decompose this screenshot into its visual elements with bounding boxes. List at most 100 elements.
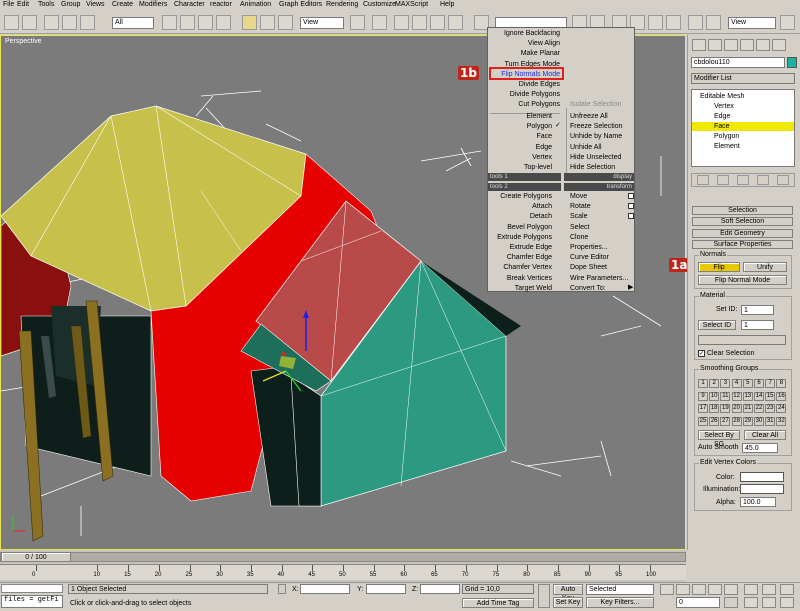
object-color-swatch[interactable]: [787, 57, 797, 68]
zoom-all-icon[interactable]: [762, 584, 776, 595]
smoothing-group-11[interactable]: 11: [720, 391, 731, 401]
quad-item-hide-selection[interactable]: Hide Selection: [570, 163, 615, 172]
smoothing-group-30[interactable]: 30: [754, 416, 764, 426]
auto-smooth-spinner[interactable]: 45.0: [742, 443, 778, 453]
go-to-start-icon[interactable]: [660, 584, 674, 595]
zoom-extents-icon[interactable]: [780, 584, 794, 595]
menu-tools[interactable]: Tools: [38, 1, 54, 8]
menu-create[interactable]: Create: [112, 1, 133, 8]
smoothing-group-10[interactable]: 10: [709, 391, 720, 401]
smoothing-group-1[interactable]: 1: [698, 379, 708, 388]
menu-graph-editors[interactable]: Graph Editors: [279, 1, 322, 8]
angle-snap-icon[interactable]: [412, 15, 427, 30]
rect-selection-icon[interactable]: [198, 15, 213, 30]
stack-item-editable-mesh[interactable]: Editable Mesh: [692, 92, 794, 101]
pan-icon[interactable]: [744, 597, 758, 608]
select-id-button[interactable]: Select ID: [698, 320, 736, 330]
menu-file[interactable]: File: [3, 1, 14, 8]
redo-icon[interactable]: [22, 15, 37, 30]
quad-item-detach[interactable]: Detach: [490, 212, 552, 221]
stack-item-vertex[interactable]: Vertex: [692, 102, 794, 111]
smoothing-group-21[interactable]: 21: [742, 404, 753, 414]
quad-item-divide-edges[interactable]: Divide Edges: [490, 80, 560, 89]
rollout-selection[interactable]: Selection: [692, 206, 793, 215]
quad-item-target-weld[interactable]: Target Weld: [490, 284, 552, 293]
smoothing-group-7[interactable]: 7: [765, 379, 776, 388]
render-last-icon[interactable]: [780, 15, 795, 30]
smoothing-group-8[interactable]: 8: [776, 379, 787, 388]
smoothing-group-19[interactable]: 19: [720, 404, 731, 414]
time-slider-track[interactable]: [0, 552, 686, 562]
quad-item-dope-sheet[interactable]: Dope Sheet: [570, 263, 607, 272]
pin-stack-icon[interactable]: [697, 175, 709, 185]
next-frame-icon[interactable]: [708, 584, 722, 595]
maxscript-mini-field[interactable]: [1, 584, 63, 593]
create-tab-icon[interactable]: [692, 39, 706, 51]
y-coord-field[interactable]: [366, 584, 406, 594]
key-selection-dropdown[interactable]: Selected: [586, 584, 654, 595]
quad-subobj-face[interactable]: Face: [490, 132, 552, 141]
make-unique-icon[interactable]: [737, 175, 749, 185]
go-to-end-icon[interactable]: [724, 584, 738, 595]
modifier-list-dropdown[interactable]: Modifier List: [691, 73, 795, 84]
menu-help[interactable]: Help: [440, 1, 454, 8]
viewport-label[interactable]: Perspective: [5, 38, 42, 45]
select-by-sg-button[interactable]: Select By SG: [698, 430, 740, 448]
rotate-icon[interactable]: [260, 15, 275, 30]
selection-filter-dropdown[interactable]: All: [112, 17, 154, 29]
percent-snap-icon[interactable]: [430, 15, 445, 30]
smoothing-group-22[interactable]: 22: [754, 404, 764, 414]
quad-isolate-selection[interactable]: Isolate Selection: [570, 100, 621, 109]
maximize-icon[interactable]: [780, 597, 794, 608]
reference-coord-dropdown[interactable]: View: [300, 17, 344, 29]
clear-all-button[interactable]: Clear All: [744, 430, 786, 440]
rollout-soft-selection[interactable]: Soft Selection: [692, 217, 793, 226]
smoothing-group-23[interactable]: 23: [765, 404, 776, 414]
window-crossing-icon[interactable]: [216, 15, 231, 30]
utilities-tab-icon[interactable]: [772, 39, 786, 51]
quad-subobj-vertex[interactable]: Vertex: [490, 153, 552, 162]
quad-item-ignore-backfacing[interactable]: Ignore Backfacing: [490, 29, 560, 38]
schematic-view-icon[interactable]: [648, 15, 663, 30]
quad-item-select[interactable]: Select: [570, 223, 589, 232]
smoothing-group-27[interactable]: 27: [720, 416, 731, 426]
material-name-dropdown[interactable]: [698, 335, 786, 345]
quad-item-attach[interactable]: Attach: [490, 202, 552, 211]
key-mode-icon[interactable]: [538, 584, 550, 608]
pivot-center-icon[interactable]: [350, 15, 365, 30]
quad-item-unhide-by-name[interactable]: Unhide by Name: [570, 132, 622, 141]
smoothing-group-9[interactable]: 9: [698, 391, 708, 401]
smoothing-group-25[interactable]: 25: [698, 416, 708, 426]
smoothing-group-13[interactable]: 13: [742, 391, 753, 401]
quad-item-unhide-all[interactable]: Unhide All: [570, 143, 602, 152]
quad-item-cut-polygons[interactable]: Cut Polygons: [490, 100, 560, 109]
hierarchy-tab-icon[interactable]: [724, 39, 738, 51]
time-slider-thumb[interactable]: 0 / 100: [1, 552, 71, 562]
quad-item-rotate[interactable]: Rotate: [570, 202, 591, 211]
quad-item-properties-[interactable]: Properties...: [570, 243, 608, 252]
modify-tab-icon[interactable]: [708, 39, 722, 51]
smoothing-group-17[interactable]: 17: [698, 404, 708, 414]
key-filters-button[interactable]: Key Filters...: [586, 597, 654, 608]
smoothing-group-6[interactable]: 6: [754, 379, 764, 388]
menu-maxscript[interactable]: MAXScript: [395, 1, 428, 8]
maxscript-listener-field[interactable]: files = getFi: [1, 595, 63, 608]
undo-icon[interactable]: [4, 15, 19, 30]
quad-item-divide-polygons[interactable]: Divide Polygons: [490, 90, 560, 99]
render-scene-icon[interactable]: [688, 15, 703, 30]
menu-character[interactable]: Character: [174, 1, 205, 8]
display-tab-icon[interactable]: [756, 39, 770, 51]
smoothing-group-14[interactable]: 14: [754, 391, 764, 401]
quad-subobj-polygon[interactable]: Polygon: [490, 122, 552, 131]
smoothing-group-15[interactable]: 15: [765, 391, 776, 401]
quad-item-extrude-polygons[interactable]: Extrude Polygons: [490, 233, 552, 242]
quad-item-hide-unselected[interactable]: Hide Unselected: [570, 153, 621, 162]
object-name-field[interactable]: cbdolou110: [691, 57, 785, 68]
zoom-icon[interactable]: [744, 584, 758, 595]
menu-views[interactable]: Views: [86, 1, 105, 8]
flip-normal-mode-button[interactable]: Flip Normal Mode: [698, 275, 787, 285]
quad-item-clone[interactable]: Clone: [570, 233, 588, 242]
quad-item-create-polygons[interactable]: Create Polygons: [490, 192, 552, 201]
auto-key-button[interactable]: Auto Key: [553, 584, 583, 602]
material-editor-icon[interactable]: [666, 15, 681, 30]
